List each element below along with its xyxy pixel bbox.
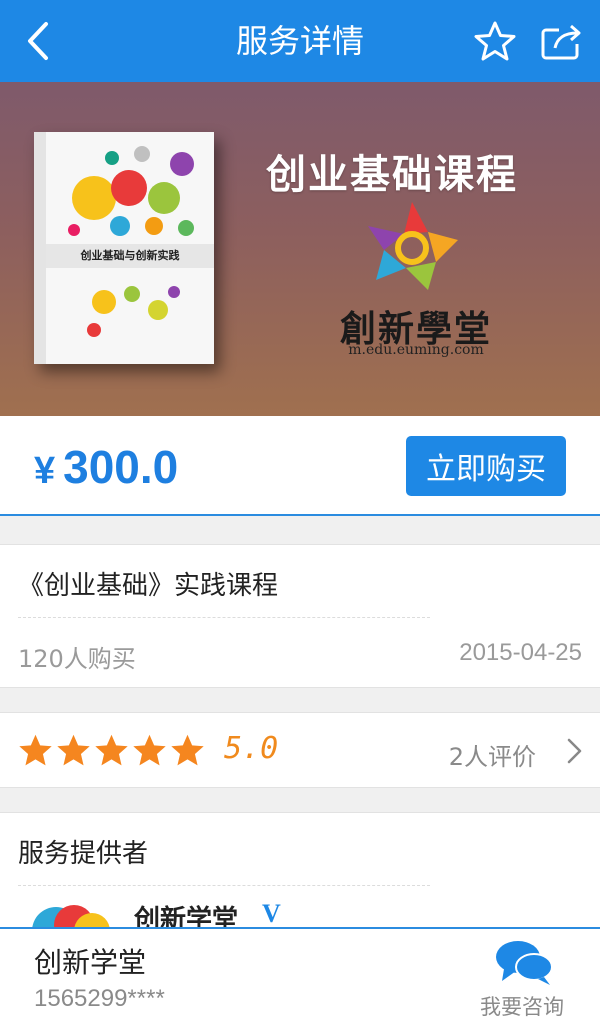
course-banner: 创业基础与创新实践 创业基础课程 創新學堂 m.edu.euming.com bbox=[0, 82, 600, 416]
rating-score: 5.0 bbox=[224, 731, 279, 766]
star-filled-icon bbox=[57, 734, 90, 766]
chat-bubbles-icon bbox=[496, 941, 553, 985]
book-title: 创业基础与创新实践 bbox=[46, 244, 214, 268]
product-info-card: 《创业基础》实践课程 120人购买 2015-04-25 bbox=[0, 544, 600, 688]
bubble-graphic bbox=[68, 146, 194, 236]
favorite-button[interactable] bbox=[470, 16, 520, 66]
star-filled-icon bbox=[133, 734, 166, 766]
seller-phone: 1565299**** bbox=[34, 985, 165, 1012]
product-name: 《创业基础》实践课程 bbox=[18, 571, 279, 601]
star-filled-icon bbox=[19, 734, 52, 766]
bubble-graphic-bottom bbox=[87, 286, 180, 337]
price: ¥300.0 bbox=[34, 440, 178, 494]
divider bbox=[18, 617, 430, 618]
verified-badge-icon: V bbox=[262, 899, 281, 928]
consult-label: 我要咨询 bbox=[480, 995, 564, 1019]
buy-now-button[interactable]: 立即购买 bbox=[406, 436, 566, 496]
chevron-right-icon bbox=[567, 738, 582, 764]
provider-section-label: 服务提供者 bbox=[18, 839, 149, 869]
star-filled-icon bbox=[171, 734, 204, 766]
star-rating bbox=[18, 733, 205, 768]
price-value: 300.0 bbox=[63, 441, 179, 493]
star-filled-icon bbox=[95, 734, 128, 766]
divider bbox=[18, 885, 430, 886]
brand-logo-icon bbox=[368, 202, 458, 290]
consult-button[interactable]: 我要咨询 bbox=[466, 935, 578, 1023]
review-count: 2人评价 bbox=[448, 743, 536, 771]
bottom-bar: 创新学堂 1565299**** 我要咨询 bbox=[0, 927, 600, 1025]
publish-date: 2015-04-25 bbox=[459, 639, 582, 666]
provider-card: 服务提供者 创新学堂 V bbox=[0, 812, 600, 941]
banner-url: m.edu.euming.com bbox=[348, 342, 484, 358]
book-cover-image: 创业基础与创新实践 bbox=[34, 132, 214, 364]
share-icon bbox=[541, 24, 581, 60]
price-section: ¥300.0 立即购买 bbox=[0, 416, 600, 516]
rating-row[interactable]: 5.0 2人评价 bbox=[0, 712, 600, 788]
star-outline-icon bbox=[474, 21, 516, 61]
share-button[interactable] bbox=[536, 16, 588, 66]
app-header: 服务详情 bbox=[0, 0, 600, 82]
currency-symbol: ¥ bbox=[34, 450, 56, 492]
purchase-count: 120人购买 bbox=[18, 645, 136, 673]
banner-headline: 创业基础课程 bbox=[266, 152, 518, 198]
seller-name: 创新学堂 bbox=[34, 946, 147, 979]
